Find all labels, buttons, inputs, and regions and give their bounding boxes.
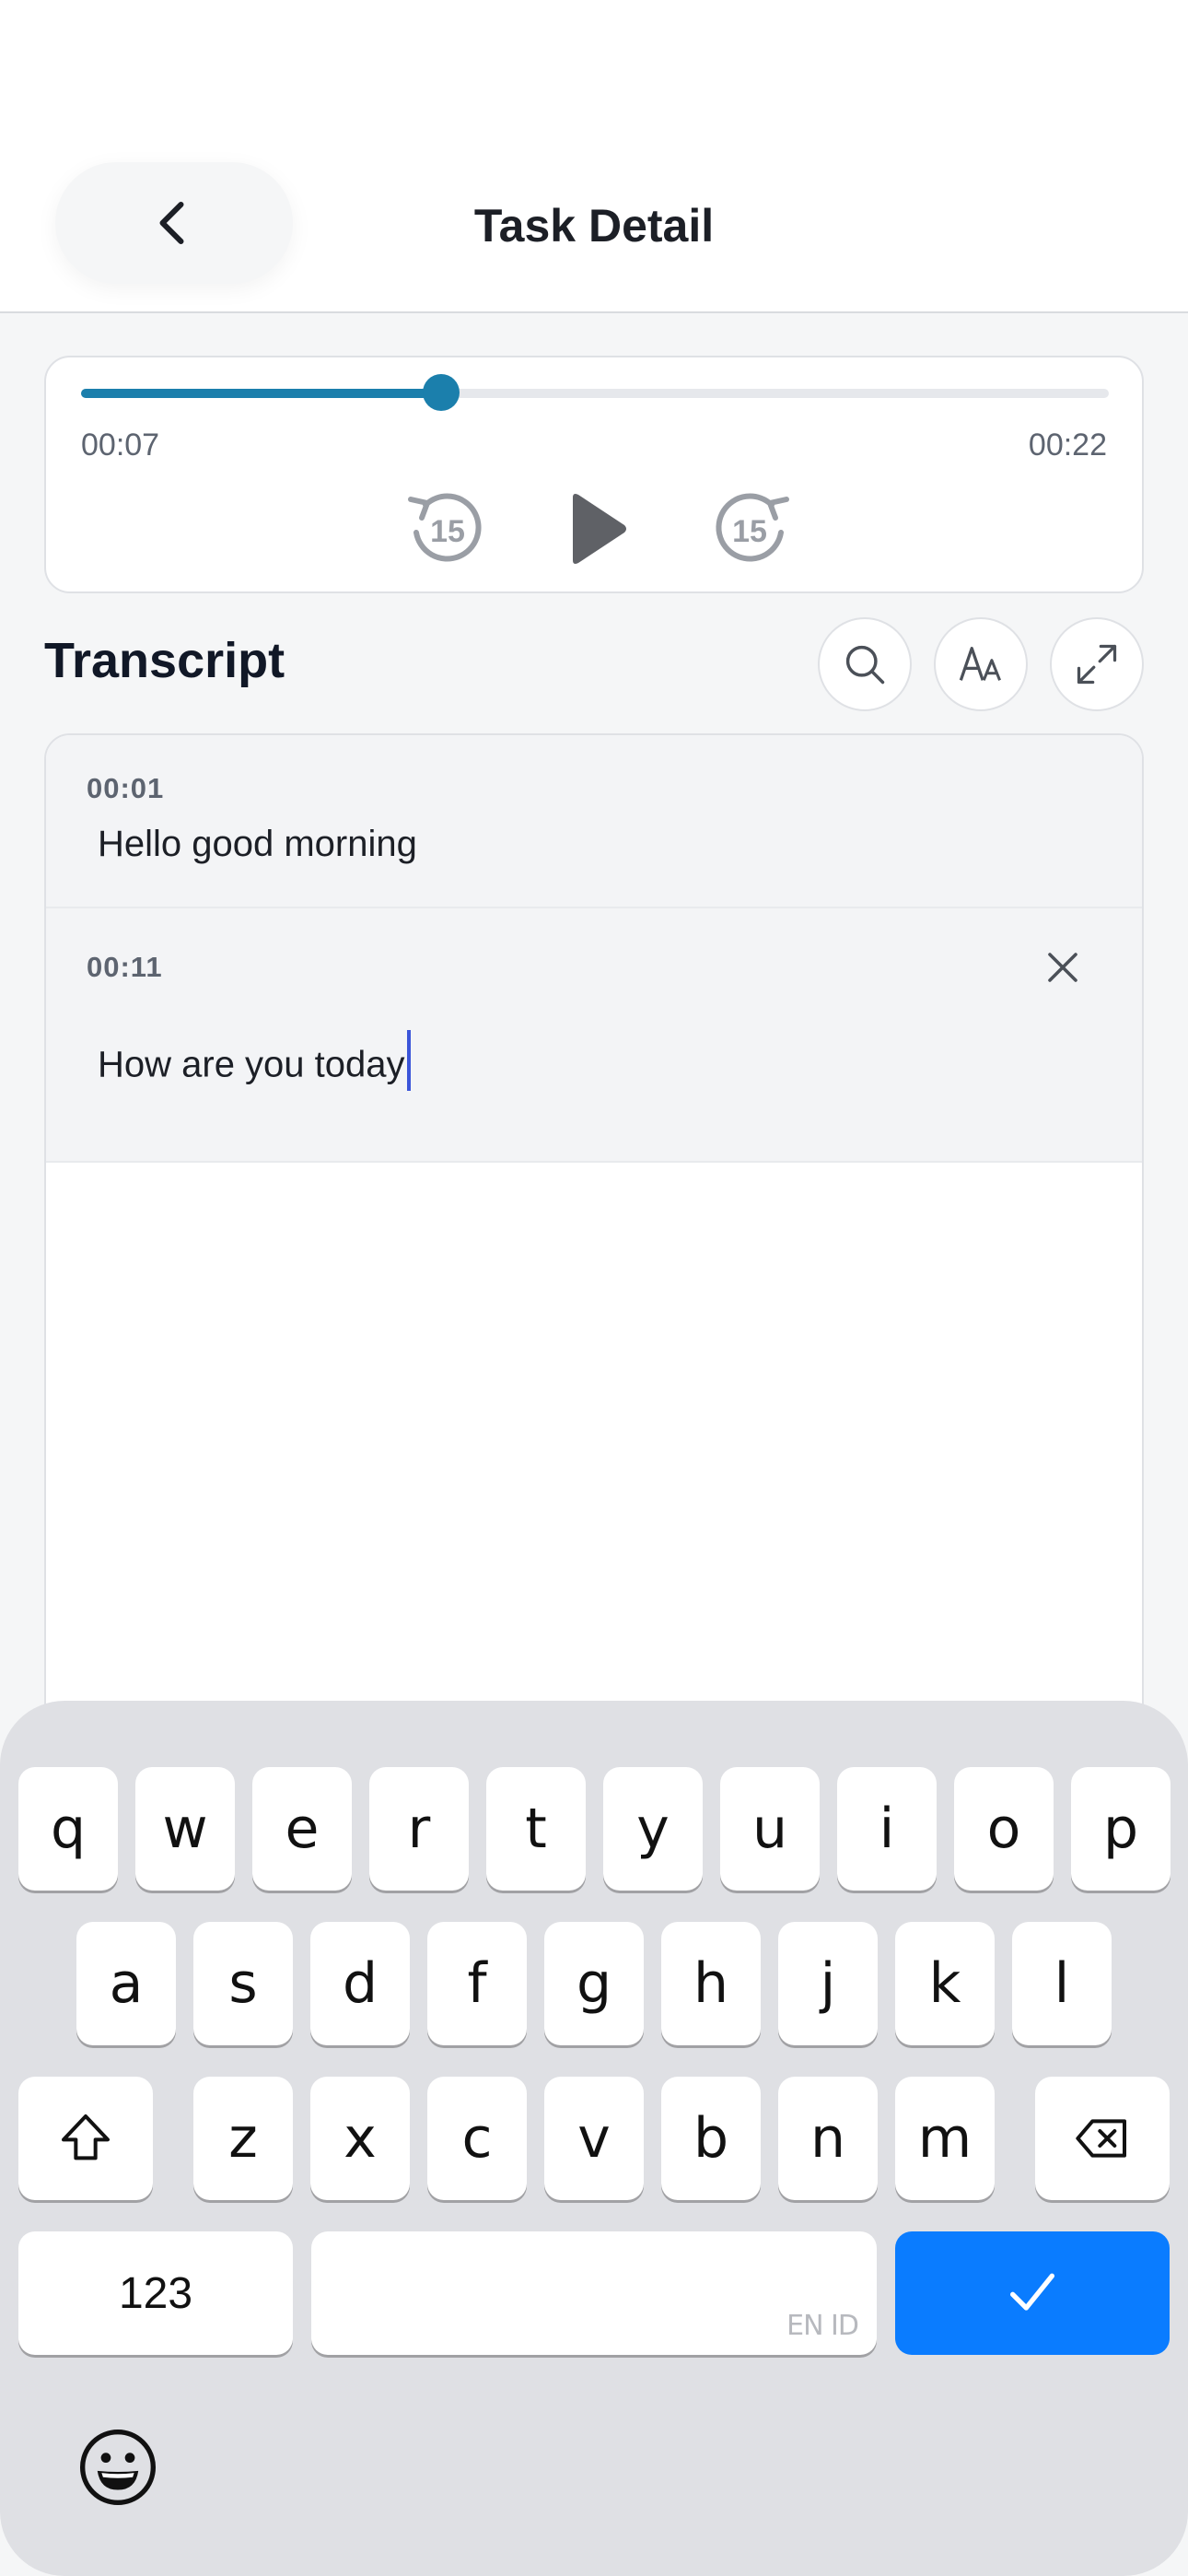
current-time: 00:07 [81, 427, 160, 463]
emoji-button[interactable] [76, 2425, 160, 2510]
emoji-icon [79, 2429, 157, 2506]
numbers-key[interactable]: 123 [18, 2231, 293, 2355]
key-b[interactable]: b [661, 2077, 761, 2200]
key-d[interactable]: d [310, 1922, 410, 2045]
key-s[interactable]: s [193, 1922, 293, 2045]
key-o[interactable]: o [954, 1767, 1054, 1891]
shift-key[interactable] [18, 2077, 153, 2200]
audio-player: 00:07 00:22 15 15 [44, 356, 1144, 593]
key-q[interactable]: q [18, 1767, 118, 1891]
total-time: 00:22 [1028, 427, 1107, 463]
play-icon [573, 494, 626, 564]
rewind-seconds-label: 15 [430, 514, 465, 549]
key-e[interactable]: e [252, 1767, 352, 1891]
transcript-title: Transcript [44, 633, 285, 688]
font-size-button[interactable] [934, 617, 1028, 711]
search-icon [845, 645, 885, 685]
key-y[interactable]: y [603, 1767, 703, 1891]
backspace-key[interactable] [1035, 2077, 1170, 2200]
seek-bar-progress [81, 389, 441, 398]
forward-15-button[interactable]: 15 [709, 486, 794, 571]
keyboard: q w e r t y u i o p a s d f g h j k l z … [0, 1701, 1188, 2576]
forward-seconds-label: 15 [732, 514, 767, 549]
key-k[interactable]: k [895, 1922, 995, 2045]
segment-text[interactable]: Hello good morning [98, 824, 417, 865]
text-cursor [406, 1030, 411, 1091]
segment-text-input[interactable]: How are you today [98, 1030, 411, 1091]
key-v[interactable]: v [544, 2077, 644, 2200]
key-z[interactable]: z [193, 2077, 293, 2200]
transcript-segment[interactable]: 00:01 Hello good morning [46, 735, 1142, 908]
shift-icon [62, 2114, 110, 2160]
seek-bar[interactable] [81, 374, 1109, 411]
key-r[interactable]: r [369, 1767, 469, 1891]
language-hint: EN ID [786, 2310, 859, 2342]
play-button[interactable] [553, 486, 637, 571]
key-n[interactable]: n [778, 2077, 878, 2200]
key-l[interactable]: l [1012, 1922, 1112, 2045]
key-w[interactable]: w [135, 1767, 235, 1891]
rewind-15-icon: 15 [408, 493, 482, 562]
close-icon [1048, 953, 1077, 982]
key-u[interactable]: u [720, 1767, 820, 1891]
transcript-segment-editing[interactable]: 00:11 How are you today [46, 908, 1142, 1163]
transcript-list: 00:01 Hello good morning 00:11 How are y… [44, 733, 1144, 1839]
segment-timestamp: 00:01 [87, 772, 165, 804]
key-c[interactable]: c [427, 2077, 527, 2200]
key-x[interactable]: x [310, 2077, 410, 2200]
seek-bar-handle[interactable] [422, 374, 460, 411]
top-bar: Task Detail [0, 0, 1188, 313]
rewind-15-button[interactable]: 15 [403, 486, 488, 571]
forward-15-icon: 15 [716, 493, 789, 562]
key-f[interactable]: f [427, 1922, 527, 2045]
segment-input-value: How are you today [98, 1044, 405, 1085]
page-title: Task Detail [473, 200, 715, 252]
key-t[interactable]: t [486, 1767, 586, 1891]
done-key[interactable] [895, 2231, 1170, 2355]
key-a[interactable]: a [76, 1922, 176, 2045]
expand-button[interactable] [1050, 617, 1144, 711]
key-g[interactable]: g [544, 1922, 644, 2045]
key-h[interactable]: h [661, 1922, 761, 2045]
key-m[interactable]: m [895, 2077, 995, 2200]
backspace-icon [1076, 2119, 1126, 2158]
key-j[interactable]: j [778, 1922, 878, 2045]
checkmark-icon [1010, 2273, 1054, 2311]
segment-timestamp: 00:11 [87, 951, 163, 983]
font-size-icon [959, 647, 1001, 681]
space-key[interactable]: EN ID [311, 2231, 877, 2355]
search-button[interactable] [818, 617, 912, 711]
expand-icon [1077, 644, 1117, 685]
close-edit-button[interactable] [1041, 945, 1085, 989]
key-i[interactable]: i [837, 1767, 937, 1891]
key-p[interactable]: p [1071, 1767, 1171, 1891]
